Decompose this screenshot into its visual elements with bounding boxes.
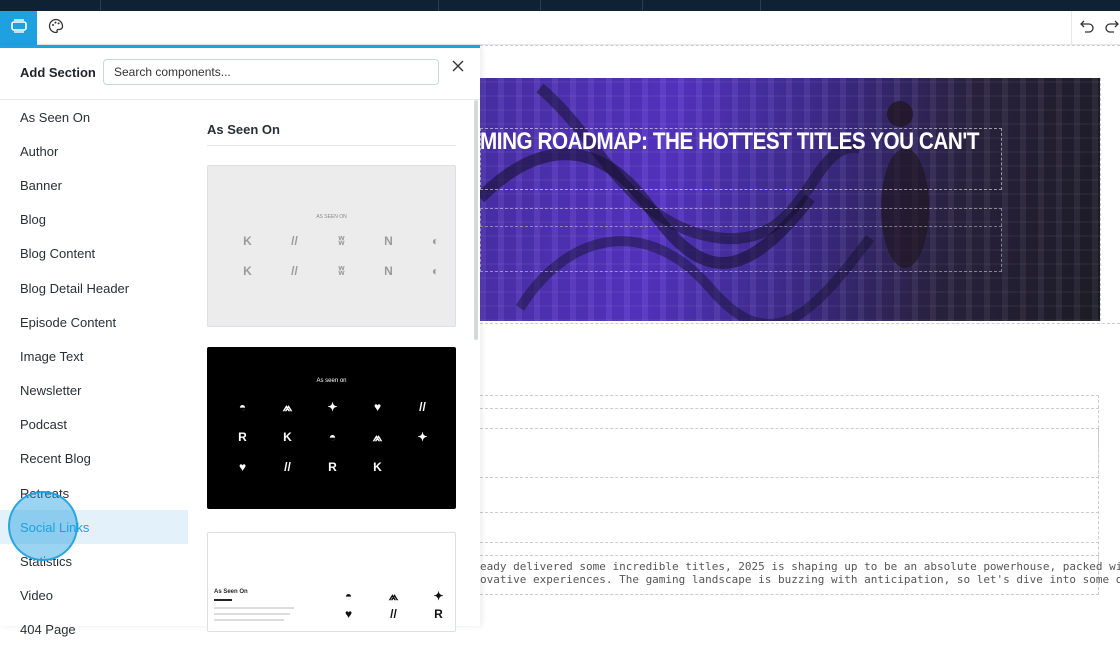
top-bar-divider (438, 0, 439, 11)
sections-icon (10, 18, 28, 38)
thumbnail-logo-grid: K // ʬ N ◐ K // ʬ N ◐ (224, 226, 455, 286)
body-paragraph-line: ovative experiences. The gaming landscap… (480, 573, 1120, 586)
theme-button[interactable] (37, 11, 74, 45)
hero-content-outline (480, 208, 1002, 272)
thumbnail-text-line (214, 619, 284, 621)
row-outline (480, 542, 1099, 543)
brand-logo-icon: R (434, 607, 443, 621)
thumbnail-caption: As seen on (316, 378, 347, 384)
brand-logo-icon: ✦ (417, 430, 428, 444)
category-list: As Seen On Author Banner Blog Blog Conte… (0, 100, 188, 647)
thumbnail-logo-grid: ◓ ⩕ ✦ ♥ // R K ◓ ⩕ ✦ ♥ // R K (220, 392, 445, 482)
brand-logo-icon: ʬ (338, 264, 345, 278)
brand-logo-icon: ⩕ (372, 429, 383, 444)
thumbnail-logo-grid: ◓ ⩕ ✦ ♥ // R (326, 587, 455, 623)
section-heading: As Seen On (207, 122, 280, 137)
brand-logo-icon: K (243, 264, 252, 278)
category-item[interactable]: As Seen On (0, 100, 188, 134)
hero-title[interactable]: MING ROADMAP: THE HOTTEST TITLES YOU CAN… (480, 128, 1013, 156)
close-icon (452, 59, 464, 77)
panel-scrollbar[interactable] (474, 100, 478, 340)
category-item[interactable]: Blog Content (0, 237, 188, 271)
add-section-panel: Add Section As Seen On Author Banner Blo… (0, 45, 480, 637)
category-item[interactable]: Author (0, 134, 188, 168)
brand-logo-icon: ◐ (431, 234, 440, 248)
row-outline (480, 512, 1099, 513)
hero-divider (480, 226, 1002, 227)
panel-header: Add Section (0, 48, 480, 100)
category-item[interactable]: Blog Detail Header (0, 271, 188, 305)
brand-logo-icon: R (238, 430, 247, 444)
hero-banner[interactable]: MING ROADMAP: THE HOTTEST TITLES YOU CAN… (480, 78, 1100, 321)
hero-outline (1100, 78, 1101, 321)
close-button[interactable] (448, 58, 468, 78)
category-item[interactable]: Episode Content (0, 305, 188, 339)
brand-logo-icon: K (283, 430, 292, 444)
category-item[interactable]: Banner (0, 168, 188, 202)
top-bar-divider (540, 0, 541, 11)
category-item[interactable]: Recent Blog (0, 442, 188, 476)
section-thumbnail[interactable]: As Seen On ◓ ⩕ ✦ ♥ // R (207, 532, 456, 632)
category-item-selected[interactable]: Social Links (0, 510, 188, 545)
section-thumbnail[interactable]: AS SEEN ON K // ʬ N ◐ K // ʬ N ◐ (207, 165, 456, 327)
panel-title: Add Section (20, 65, 96, 80)
category-item[interactable]: 404 Page (0, 613, 188, 647)
brand-logo-icon: ♥ (344, 607, 353, 621)
thumbnail-rule (214, 599, 232, 601)
top-bar-divider (760, 0, 761, 11)
category-item[interactable]: Retreats (0, 476, 188, 510)
body-paragraph-line: eady delivered some incredible titles, 2… (480, 560, 1120, 573)
section-divider (207, 145, 456, 146)
app-top-bar (0, 0, 1120, 11)
top-bar-divider (642, 0, 643, 11)
undo-button[interactable] (1071, 11, 1101, 45)
section-thumbnail[interactable]: As seen on ◓ ⩕ ✦ ♥ // R K ◓ ⩕ ✦ ♥ // R K (207, 347, 456, 509)
add-section-button[interactable] (0, 11, 37, 45)
category-item[interactable]: Statistics (0, 544, 188, 578)
brand-logo-icon: N (384, 234, 393, 248)
top-bar-divider (100, 0, 101, 11)
category-item[interactable]: Image Text (0, 339, 188, 373)
palette-icon (48, 18, 64, 39)
category-item[interactable]: Podcast (0, 408, 188, 442)
page-canvas: MING ROADMAP: THE HOTTEST TITLES YOU CAN… (480, 45, 1120, 626)
brand-logo-icon: ✦ (433, 589, 444, 603)
brand-logo-icon: ʬ (338, 234, 345, 248)
thumbnail-caption: AS SEEN ON (316, 214, 347, 220)
thumbnail-text-line (214, 607, 294, 609)
brand-logo-icon: ◓ (238, 400, 247, 414)
brand-logo-icon: ◓ (344, 589, 353, 603)
category-item[interactable]: Newsletter (0, 374, 188, 408)
category-item[interactable]: Blog (0, 203, 188, 237)
row-outline (480, 428, 1099, 478)
brand-logo-icon: ♥ (238, 460, 247, 474)
brand-logo-icon: ♥ (373, 400, 382, 414)
builder-toolbar (0, 11, 1120, 45)
section-outline (480, 323, 1120, 324)
row-outline (480, 408, 1099, 409)
brand-logo-icon: K (243, 234, 252, 248)
search-input[interactable] (103, 59, 439, 85)
brand-logo-icon: // (291, 234, 298, 248)
brand-logo-icon: ◓ (328, 430, 337, 444)
brand-logo-icon: ⩕ (388, 588, 399, 603)
brand-logo-icon: // (284, 460, 291, 474)
brand-logo-icon: K (373, 460, 382, 474)
thumbnail-text-line (214, 613, 290, 615)
brand-logo-icon: // (390, 607, 397, 621)
redo-button[interactable] (1104, 11, 1120, 45)
brand-logo-icon: // (291, 264, 298, 278)
brand-logo-icon: R (328, 460, 337, 474)
category-item[interactable]: Video (0, 579, 188, 613)
battle-ropes-graphic (480, 83, 929, 321)
section-outline (480, 45, 1120, 46)
brand-logo-icon: // (419, 400, 426, 414)
brand-logo-icon: ⩕ (282, 399, 293, 414)
brand-logo-icon: N (384, 264, 393, 278)
redo-icon (1104, 19, 1120, 38)
brand-logo-icon: ✦ (327, 400, 338, 414)
brand-logo-icon: ◐ (431, 264, 440, 278)
thumbnail-caption: As Seen On (214, 589, 248, 595)
undo-icon (1079, 19, 1095, 38)
